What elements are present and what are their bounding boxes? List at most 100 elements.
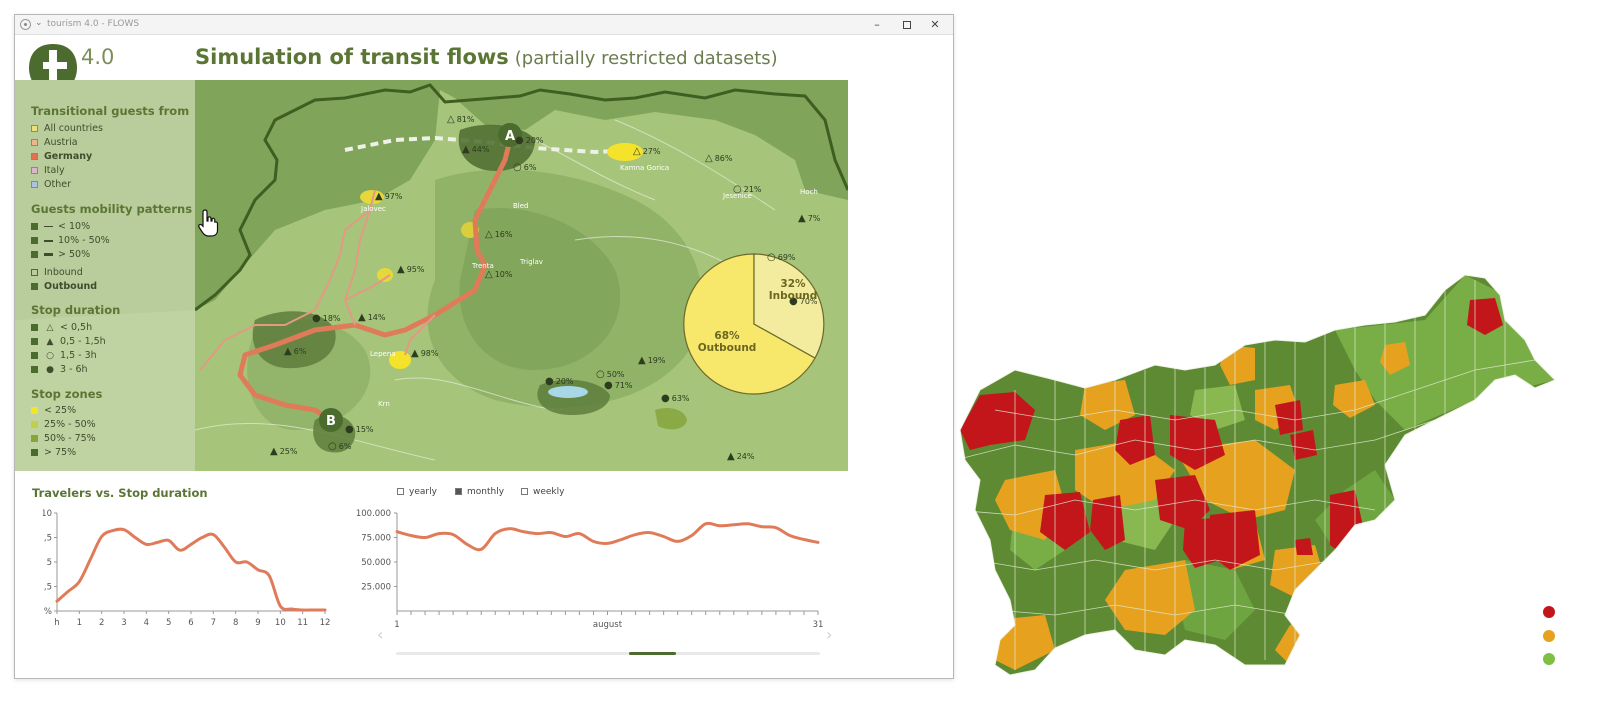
map-stop[interactable]: ▲ 97% [375, 191, 402, 202]
triangle-outline-icon: △ [485, 229, 493, 240]
period-yearly-toggle[interactable]: yearly [397, 487, 437, 497]
map-stop[interactable]: △ 81% [447, 114, 474, 125]
map-stop[interactable]: △ 27% [633, 146, 660, 157]
legend-stop-duration-item[interactable]: ○ 1,5 - 3h [31, 350, 97, 362]
x-tick-label: 12 [320, 618, 331, 628]
period-weekly-label: weekly [533, 487, 565, 497]
map-stop-percent: 20% [555, 377, 574, 386]
legend-guests-from-item[interactable]: Germany [31, 151, 92, 163]
period-weekly-toggle[interactable]: weekly [521, 487, 564, 497]
map-stop[interactable]: ○ 69% [767, 252, 796, 263]
map-stop-percent: 98% [420, 349, 439, 358]
y-tick-label: 7,5 [43, 534, 52, 544]
place-label: Bled [513, 202, 529, 210]
legend-direction-item[interactable]: Inbound [31, 267, 83, 279]
legend-guests-from-item[interactable]: Other [31, 179, 71, 191]
map-stop[interactable]: ▲ 95% [397, 264, 424, 275]
color-swatch [31, 283, 38, 290]
map-stop[interactable]: ▲ 24% [727, 451, 754, 462]
map-stop[interactable]: △ 86% [705, 153, 732, 164]
map-stop[interactable]: ● 18% [312, 313, 341, 324]
legend-stop-zone-item[interactable]: > 75% [31, 447, 76, 459]
map-stop-percent: 86% [714, 154, 733, 163]
y-tick-label: 10 [43, 509, 52, 519]
map-stop[interactable]: ▲ 6% [284, 346, 306, 357]
legend-stop-zone-item[interactable]: 50% - 75% [31, 433, 96, 445]
legend-mobility-item[interactable]: < 10% [31, 221, 90, 233]
triangle-filled-icon: ▲ [727, 451, 735, 462]
map-stop[interactable]: ▲ 25% [270, 446, 297, 457]
period-monthly-toggle[interactable]: monthly [455, 487, 504, 497]
y-tick-label: 50.000 [361, 558, 391, 568]
yearly-checkbox[interactable] [397, 488, 404, 495]
color-swatch [31, 167, 38, 174]
map-stop-percent: 7% [807, 214, 821, 223]
map-stop[interactable]: ▲ 7% [798, 213, 820, 224]
map-stop[interactable]: ● 71% [604, 380, 633, 391]
monthly-checkbox[interactable] [455, 488, 462, 495]
legend-guests-from-item[interactable]: Italy [31, 165, 65, 177]
triangle-filled-icon: ▲ [798, 213, 806, 224]
triangle-outline-icon: △ [46, 323, 54, 333]
travelers-chart-title: Travelers vs. Stop duration [32, 486, 208, 500]
timeline-scrollbar[interactable] [396, 652, 820, 655]
map-stop[interactable]: △ 10% [485, 269, 512, 280]
legend-stop-duration-item[interactable]: ● 3 - 6h [31, 364, 88, 376]
map-stop[interactable]: ▲ 98% [411, 348, 438, 359]
map-stop-percent: 20% [525, 136, 544, 145]
legend-stop-duration-item[interactable]: △ < 0,5h [31, 322, 92, 334]
triangle-outline-icon: △ [705, 153, 713, 164]
line-width-icon [44, 239, 53, 242]
y-tick-label: 5 [47, 558, 52, 568]
map-stop[interactable]: ● 20% [515, 135, 544, 146]
color-swatch [31, 366, 38, 373]
close-button[interactable]: ✕ [921, 15, 949, 35]
map-stop[interactable]: ○ 50% [596, 369, 625, 380]
map-stop[interactable]: ● 63% [661, 393, 690, 404]
color-swatch [31, 125, 38, 132]
map-stop[interactable]: ▲ 44% [462, 144, 489, 155]
series-line [395, 521, 820, 552]
legend-item-label: < 0,5h [60, 322, 93, 333]
legend-mobility-item[interactable]: 10% - 50% [31, 235, 110, 247]
circle-outline-icon: ○ [596, 369, 605, 380]
y-tick-label: 100.000 [356, 509, 391, 519]
map-stop[interactable]: ▲ 19% [638, 355, 665, 366]
legend-guests-from-item[interactable]: All countries [31, 123, 103, 135]
minimize-button[interactable]: – [863, 15, 891, 35]
circle-outline-icon: ○ [513, 162, 522, 173]
legend-item-label: Inbound [44, 267, 83, 278]
weekly-checkbox[interactable] [521, 488, 528, 495]
legend-guests-from-item[interactable]: Austria [31, 137, 78, 149]
map-stop[interactable]: ● 20% [545, 376, 574, 387]
legend-stop-duration-item[interactable]: ▲ 0,5 - 1,5h [31, 336, 106, 348]
map-stop[interactable]: ● 15% [345, 424, 374, 435]
map-stop[interactable]: ○ 6% [513, 162, 536, 173]
map-stop[interactable]: ▲ 14% [358, 312, 385, 323]
map-stop[interactable]: △ 16% [485, 229, 512, 240]
map-stop-percent: 25% [279, 447, 298, 456]
prev-period-button[interactable]: ‹ [377, 625, 383, 644]
next-period-button[interactable]: › [826, 625, 832, 644]
circle-filled-icon: ● [515, 135, 524, 146]
y-tick-label: % [44, 607, 52, 617]
triangle-filled-icon: ▲ [411, 348, 419, 359]
map-stop[interactable]: ○ 6% [328, 441, 351, 452]
legend-mobility-item[interactable]: > 50% [31, 249, 90, 261]
legend-stop-zone-item[interactable]: < 25% [31, 405, 76, 417]
timeline-scroll-thumb[interactable] [629, 652, 676, 655]
circle-filled-icon: ● [604, 380, 613, 391]
line-width-icon [44, 226, 53, 227]
maximize-button[interactable] [893, 15, 921, 35]
legend-stop-zone-item[interactable]: 25% - 50% [31, 419, 96, 431]
map-stop-percent: 14% [367, 313, 386, 322]
pie-inbound-percent: 32% [780, 278, 806, 290]
legend-item-label: < 25% [44, 405, 77, 416]
x-tick-label: 3 [121, 618, 126, 628]
app-menu-icon[interactable] [20, 19, 31, 30]
place-label: Hoch [800, 188, 818, 196]
legend-direction-item[interactable]: Outbound [31, 281, 97, 293]
chevron-down-icon[interactable]: ⌄ [35, 18, 43, 28]
map-stop-percent: 6% [338, 442, 352, 451]
legend-heading-mobility: Guests mobility patterns [31, 202, 193, 216]
